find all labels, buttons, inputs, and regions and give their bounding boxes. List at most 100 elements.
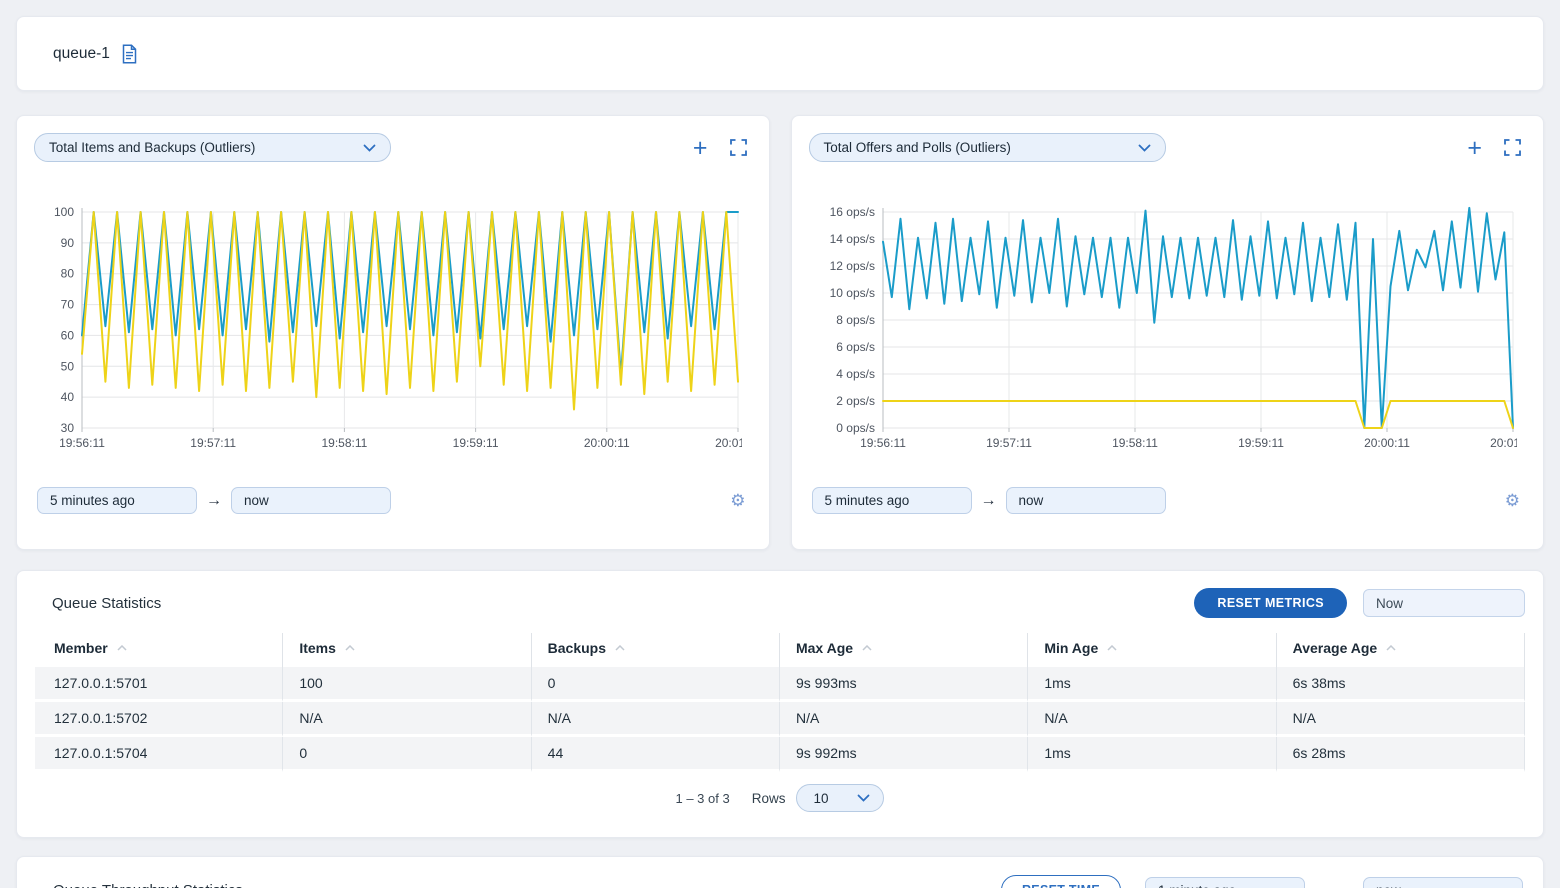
table-cell: 0 xyxy=(283,737,531,772)
time-to-input[interactable]: now xyxy=(231,487,391,514)
chevron-down-icon xyxy=(363,144,376,152)
svg-text:20:01:11: 20:01:11 xyxy=(715,436,742,450)
charts-row: Total Items and Backups (Outliers) + 30 4… xyxy=(16,115,1544,550)
chart-card-offers-polls: Total Offers and Polls (Outliers) + 0 op… xyxy=(791,115,1545,550)
table-cell: 1ms xyxy=(1028,667,1276,702)
arrow-right-icon: → xyxy=(206,492,222,510)
arrow-right-icon: → xyxy=(1314,881,1330,888)
table-cell: N/A xyxy=(1028,702,1276,737)
page: queue-1 Total Items and Backups (Outlier… xyxy=(0,0,1560,888)
table-cell: 6s 38ms xyxy=(1277,667,1525,702)
svg-text:14 ops/s: 14 ops/s xyxy=(829,232,874,246)
table-cell: 9s 993ms xyxy=(780,667,1028,702)
line-chart-offers-polls[interactable]: 0 ops/s2 ops/s4 ops/s6 ops/s8 ops/s10 op… xyxy=(811,206,1517,454)
section-title: Queue Statistics xyxy=(52,595,161,612)
metric-select-value: Total Offers and Polls (Outliers) xyxy=(824,140,1011,155)
svg-text:30: 30 xyxy=(61,421,75,435)
svg-text:80: 80 xyxy=(61,267,75,281)
pagination-range: 1 – 3 of 3 xyxy=(676,791,730,806)
svg-text:20:00:11: 20:00:11 xyxy=(1364,436,1410,450)
svg-text:19:57:11: 19:57:11 xyxy=(190,436,236,450)
sort-icon[interactable] xyxy=(862,645,872,651)
add-chart-icon[interactable]: + xyxy=(1467,138,1482,158)
column-header[interactable]: Max Age xyxy=(780,633,1028,667)
svg-text:19:58:11: 19:58:11 xyxy=(1112,436,1158,450)
svg-text:50: 50 xyxy=(61,359,75,373)
column-header[interactable]: Backups xyxy=(532,633,780,667)
gear-icon[interactable]: ⚙ xyxy=(730,492,745,509)
svg-text:19:58:11: 19:58:11 xyxy=(321,436,367,450)
rows-per-page-value: 10 xyxy=(813,791,828,806)
sort-icon[interactable] xyxy=(345,645,355,651)
queue-throughput-card: Queue Throughput Statistics RESET TIME 1… xyxy=(16,856,1544,888)
gear-icon[interactable]: ⚙ xyxy=(1505,492,1520,509)
metric-select[interactable]: Total Offers and Polls (Outliers) xyxy=(809,133,1166,162)
svg-text:2 ops/s: 2 ops/s xyxy=(836,394,875,408)
pagination: 1 – 3 of 3 Rows 10 xyxy=(35,784,1525,812)
fullscreen-icon[interactable] xyxy=(1504,139,1521,156)
table-cell: 0 xyxy=(532,667,780,702)
column-header[interactable]: Member xyxy=(35,633,283,667)
queue-statistics-table: MemberItemsBackupsMax AgeMin AgeAverage … xyxy=(35,633,1525,772)
chart-card-items-backups: Total Items and Backups (Outliers) + 30 4… xyxy=(16,115,770,550)
svg-text:8 ops/s: 8 ops/s xyxy=(836,313,875,327)
metric-select-value: Total Items and Backups (Outliers) xyxy=(49,140,255,155)
time-to-input[interactable]: now xyxy=(1006,487,1166,514)
table-cell: N/A xyxy=(532,702,780,737)
time-from-input[interactable]: 5 minutes ago xyxy=(812,487,972,514)
arrow-right-icon: → xyxy=(981,492,997,510)
table-row[interactable]: 127.0.0.1:570110009s 993ms1ms6s 38ms xyxy=(35,667,1525,702)
svg-text:0 ops/s: 0 ops/s xyxy=(836,421,875,435)
svg-text:12 ops/s: 12 ops/s xyxy=(829,259,874,273)
svg-text:19:57:11: 19:57:11 xyxy=(986,436,1032,450)
sort-icon[interactable] xyxy=(117,645,127,651)
sort-icon[interactable] xyxy=(1107,645,1117,651)
reset-time-button[interactable]: RESET TIME xyxy=(1001,875,1121,888)
table-row[interactable]: 127.0.0.1:57040449s 992ms1ms6s 28ms xyxy=(35,737,1525,772)
queue-header-card: queue-1 xyxy=(16,16,1544,91)
table-row[interactable]: 127.0.0.1:5702N/AN/AN/AN/AN/A xyxy=(35,702,1525,737)
column-header[interactable]: Items xyxy=(283,633,531,667)
sort-icon[interactable] xyxy=(615,645,625,651)
table-cell: 44 xyxy=(532,737,780,772)
svg-text:19:56:11: 19:56:11 xyxy=(59,436,105,450)
sort-icon[interactable] xyxy=(1386,645,1396,651)
table-cell: 1ms xyxy=(1028,737,1276,772)
reset-metrics-button[interactable]: RESET METRICS xyxy=(1194,588,1347,618)
stats-table-body: 127.0.0.1:570110009s 993ms1ms6s 38ms127.… xyxy=(35,667,1525,772)
svg-text:20:00:11: 20:00:11 xyxy=(584,436,630,450)
table-cell: 127.0.0.1:5701 xyxy=(35,667,283,702)
column-header[interactable]: Min Age xyxy=(1028,633,1276,667)
table-cell: 6s 28ms xyxy=(1277,737,1525,772)
table-cell: N/A xyxy=(1277,702,1525,737)
table-cell: N/A xyxy=(780,702,1028,737)
time-to-input[interactable]: now xyxy=(1363,877,1523,888)
svg-text:19:59:11: 19:59:11 xyxy=(1238,436,1284,450)
chevron-down-icon xyxy=(857,794,870,802)
rows-per-page-select[interactable]: 10 xyxy=(796,784,884,812)
svg-text:60: 60 xyxy=(61,328,75,342)
svg-text:90: 90 xyxy=(61,236,75,250)
metrics-time-input[interactable]: Now xyxy=(1363,589,1525,617)
page-title: queue-1 xyxy=(53,45,110,63)
rows-per-page-label: Rows xyxy=(752,791,786,806)
svg-text:40: 40 xyxy=(61,390,75,404)
svg-text:100: 100 xyxy=(54,206,74,219)
table-header-row: MemberItemsBackupsMax AgeMin AgeAverage … xyxy=(35,633,1525,667)
add-chart-icon[interactable]: + xyxy=(693,138,708,158)
svg-text:20:01:11: 20:01:11 xyxy=(1490,436,1517,450)
document-icon[interactable] xyxy=(121,44,138,64)
line-chart-items-backups[interactable]: 30 40 50 60 70 80 90 100 19:56:11 19:57:11 19:58:1… xyxy=(36,206,742,454)
table-cell: 100 xyxy=(283,667,531,702)
svg-text:6 ops/s: 6 ops/s xyxy=(836,340,875,354)
column-header[interactable]: Average Age xyxy=(1277,633,1525,667)
time-from-input[interactable]: 5 minutes ago xyxy=(37,487,197,514)
table-cell: 127.0.0.1:5702 xyxy=(35,702,283,737)
fullscreen-icon[interactable] xyxy=(730,139,747,156)
metric-select[interactable]: Total Items and Backups (Outliers) xyxy=(34,133,391,162)
svg-text:70: 70 xyxy=(61,298,75,312)
svg-text:19:59:11: 19:59:11 xyxy=(453,436,499,450)
chevron-down-icon xyxy=(1138,144,1151,152)
time-from-input[interactable]: 1 minute ago xyxy=(1145,877,1305,888)
svg-text:19:56:11: 19:56:11 xyxy=(860,436,906,450)
